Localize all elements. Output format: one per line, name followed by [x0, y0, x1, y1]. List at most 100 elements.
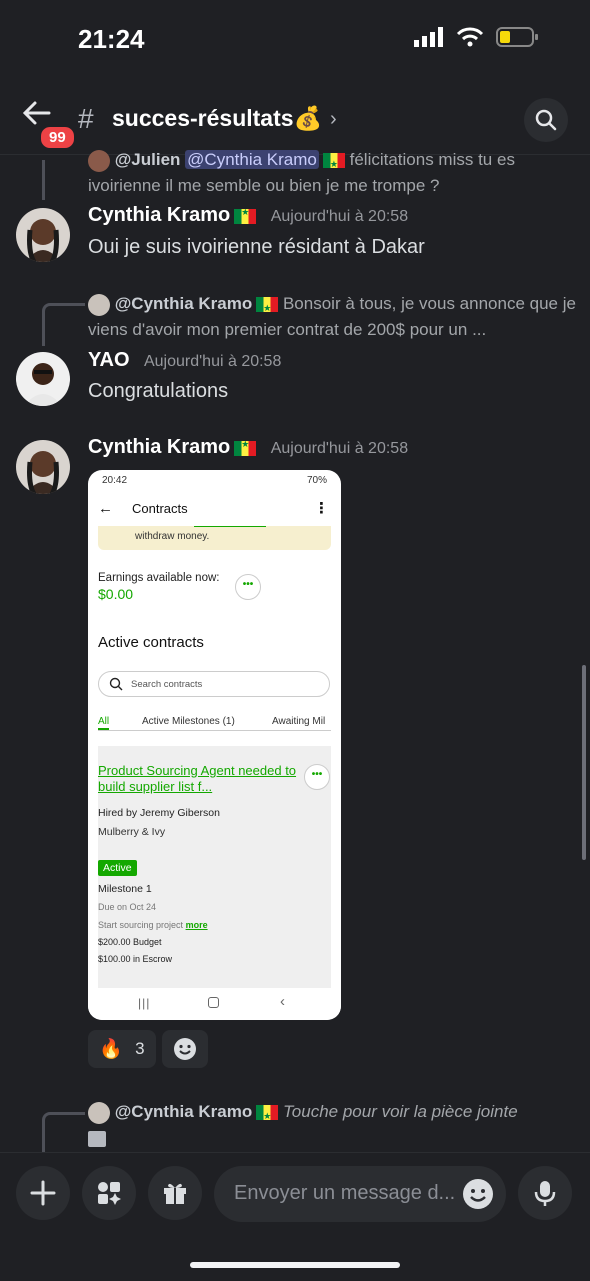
add-reaction-icon	[174, 1038, 196, 1060]
message-text: Oui je suis ivoirienne résidant à Dakar	[88, 236, 425, 258]
emoji-icon[interactable]	[462, 1178, 494, 1210]
unread-badge: 99	[38, 124, 77, 151]
channel-hash-icon: #	[78, 103, 94, 134]
status-time: 21:24	[78, 24, 145, 54]
message-input[interactable]: Envoyer un message d...	[214, 1166, 506, 1222]
attachment-banner: withdraw money.	[98, 526, 331, 550]
home-indicator	[190, 1262, 400, 1268]
message-header: Cynthia Kramo Aujourd'hui à 20:58	[88, 436, 408, 459]
avatar	[88, 149, 110, 172]
reply-connector	[42, 303, 85, 346]
timestamp: Aujourd'hui à 20:58	[270, 440, 409, 457]
scrollbar[interactable]	[582, 665, 586, 860]
reply-text: Touche pour voir la pièce jointe	[282, 1102, 518, 1121]
attachment-title: Contracts	[132, 501, 188, 516]
escrow: $100.00 in Escrow	[98, 954, 173, 964]
timestamp: Aujourd'hui à 20:58	[143, 353, 282, 370]
gift-icon	[164, 1183, 186, 1204]
senegal-flag-icon	[256, 1103, 279, 1129]
author-name[interactable]: Cynthia Kramo	[88, 436, 230, 458]
reply-author: @Cynthia Kramo	[114, 294, 253, 313]
reply-preview[interactable]: @Cynthia Kramo Bonsoir à tous, je vous a…	[88, 291, 578, 343]
gift-button[interactable]	[148, 1166, 202, 1220]
mention[interactable]: @Cynthia Kramo	[185, 150, 319, 169]
attachment-banner-text: withdraw money.	[135, 531, 210, 542]
earnings-label: Earnings available now:	[98, 572, 220, 584]
banner-link-underline	[194, 526, 266, 527]
cellular-signal-icon	[414, 27, 443, 47]
author-name[interactable]: YAO	[88, 349, 130, 371]
status-icons	[414, 26, 540, 48]
senegal-flag-icon	[234, 207, 257, 225]
image-attachment[interactable]: 20:42 70% ← Contracts ⋮ withdraw money. …	[88, 470, 341, 1020]
hired-by: Hired by Jeremy Giberson	[98, 807, 220, 819]
senegal-flag-icon	[322, 151, 345, 177]
channel-name[interactable]: succes-résultats💰	[112, 105, 322, 132]
fire-icon: 🔥	[99, 1039, 124, 1060]
add-reaction-button[interactable]	[162, 1030, 208, 1068]
attachment-back-arrow-icon: ←	[98, 500, 113, 517]
reaction-fire[interactable]: 🔥 3	[88, 1030, 156, 1068]
avatar	[88, 1101, 110, 1124]
attachment-nav-bar: ||| ‹	[88, 990, 341, 1020]
company: Mulberry & Ivy	[98, 826, 166, 838]
section-title: Active contracts	[98, 634, 204, 651]
attachment-search: Search contracts	[98, 671, 330, 697]
more-link: more	[185, 920, 208, 930]
message-input-placeholder: Envoyer un message d...	[234, 1182, 456, 1204]
earnings-value: $0.00	[98, 586, 134, 602]
back-nav-icon: ‹	[280, 993, 285, 1010]
voice-message-button[interactable]	[518, 1166, 572, 1220]
tab-awaiting: Awaiting Mil	[272, 716, 326, 727]
wifi-icon	[456, 27, 484, 47]
add-attachment-button[interactable]	[16, 1166, 70, 1220]
microphone-icon	[534, 1181, 556, 1206]
tab-active-milestones: Active Milestones (1)	[142, 716, 235, 727]
message-header: Cynthia Kramo Aujourd'hui à 20:58	[88, 204, 408, 227]
reply-connector	[42, 1112, 85, 1155]
milestone-desc: Start sourcing project more	[98, 920, 208, 930]
contract-more-icon: •••	[304, 764, 330, 790]
contract-title: Product Sourcing Agent needed to build s…	[98, 763, 297, 794]
attachment-status-time: 20:42	[102, 475, 128, 486]
image-icon	[88, 1130, 106, 1147]
plus-icon	[30, 1180, 56, 1206]
earnings-more-icon: •••	[235, 574, 261, 600]
apps-icon	[98, 1182, 121, 1205]
budget: $200.00 Budget	[98, 937, 162, 947]
message-header: YAO Aujourd'hui à 20:58	[88, 349, 281, 372]
timestamp: Aujourd'hui à 20:58	[270, 208, 409, 225]
reply-preview[interactable]: @Julien @Cynthia Kramo félicitations mis…	[88, 147, 578, 199]
recent-apps-icon: |||	[138, 996, 151, 1010]
avatar	[88, 293, 110, 316]
avatar[interactable]	[16, 352, 70, 406]
status-badge: Active	[98, 860, 137, 876]
milestone-desc-text: Start sourcing project	[98, 920, 184, 930]
avatar[interactable]	[16, 440, 70, 494]
reply-connector	[42, 160, 85, 200]
message-text: Congratulations	[88, 380, 229, 402]
senegal-flag-icon	[256, 295, 279, 321]
senegal-flag-icon	[234, 439, 257, 457]
attachment-battery: 70%	[306, 475, 327, 486]
reply-author: @Cynthia Kramo	[114, 1102, 253, 1121]
tabs-divider	[98, 730, 331, 731]
apps-button[interactable]	[82, 1166, 136, 1220]
attachment-search-placeholder: Search contracts	[131, 679, 203, 690]
tab-all: All	[98, 716, 110, 730]
search-icon	[535, 109, 557, 131]
attachment-search-icon	[109, 677, 123, 691]
due-date: Due on Oct 24	[98, 902, 157, 912]
home-icon	[208, 997, 219, 1008]
chevron-right-icon[interactable]: ›	[330, 108, 337, 131]
battery-icon	[496, 27, 538, 47]
reply-preview[interactable]: @Cynthia Kramo Touche pour voir la pièce…	[88, 1099, 578, 1151]
reply-author: @Julien	[114, 150, 181, 169]
search-button[interactable]	[524, 98, 568, 142]
attachment-more-icon: ⋮	[314, 500, 329, 517]
contract-card: Product Sourcing Agent needed to build s…	[98, 746, 331, 988]
milestone: Milestone 1	[98, 883, 152, 895]
author-name[interactable]: Cynthia Kramo	[88, 204, 230, 226]
avatar[interactable]	[16, 208, 70, 262]
reaction-count: 3	[135, 1039, 145, 1058]
